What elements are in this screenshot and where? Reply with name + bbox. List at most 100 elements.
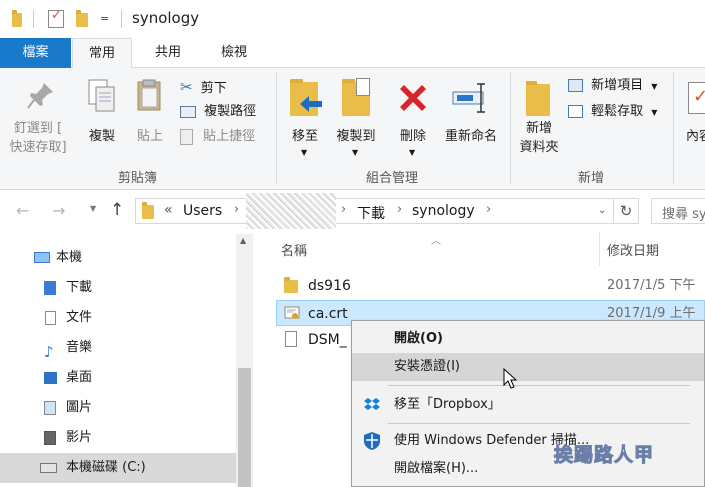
column-header-modified[interactable]: 修改日期: [607, 240, 659, 259]
menu-item-move-to-dropbox[interactable]: 移至「Dropbox」: [352, 391, 704, 419]
menu-item-label: 開啟(O): [394, 331, 443, 346]
documents-icon: [45, 311, 56, 325]
breadcrumb-downloads[interactable]: 下載: [357, 203, 385, 223]
paste-button[interactable]: 貼上: [130, 76, 170, 156]
new-folder-quick-icon[interactable]: [76, 10, 88, 27]
cut-label: 剪下: [200, 81, 227, 96]
tree-item-videos[interactable]: 影片: [0, 423, 236, 453]
ribbon: 釘選到 [ 快速存取] 複製 貼上 ✂ 剪下 複製路徑 貼上捷徑 剪貼簿 移至: [0, 68, 705, 190]
properties-icon: ✓: [688, 82, 705, 114]
menu-item-install-certificate[interactable]: 安裝憑證(I): [352, 353, 704, 381]
tree-label: 本機: [56, 250, 83, 265]
new-item-label: 新增項目: [591, 78, 644, 93]
column-divider[interactable]: [599, 232, 600, 266]
menu-item-label: 安裝憑證(I): [394, 359, 460, 374]
chevron-down-icon: ▼: [651, 108, 658, 117]
rename-icon: [452, 83, 485, 113]
menu-item-open[interactable]: 開啟(O): [352, 325, 704, 353]
tree-item-this-pc[interactable]: 本機: [0, 243, 236, 273]
search-placeholder: 搜尋 sy: [662, 207, 705, 222]
chevron-right-icon[interactable]: ›: [397, 202, 402, 217]
paste-icon: [137, 79, 161, 111]
properties-button[interactable]: ✓ 內容: [680, 76, 705, 162]
move-to-button[interactable]: 移至 ▼: [284, 76, 326, 162]
dropbox-icon: [364, 398, 380, 410]
customize-quick-access-icon[interactable]: =: [100, 12, 109, 25]
copy-icon: [88, 79, 115, 112]
pin-label-line1: 釘選到 [: [13, 121, 63, 136]
tree-label: 文件: [66, 310, 93, 325]
rename-button[interactable]: 重新命名: [440, 76, 502, 162]
breadcrumb-users[interactable]: Users: [183, 203, 222, 219]
chevron-right-icon[interactable]: ›: [234, 202, 239, 217]
refresh-button[interactable]: ↻: [614, 198, 639, 224]
new-folder-label-line2: 資料夾: [519, 140, 559, 155]
tree-label: 圖片: [66, 400, 93, 415]
file-icon: [285, 331, 297, 347]
mouse-cursor-icon: [503, 368, 517, 389]
easy-access-button[interactable]: 輕鬆存取 ▼: [568, 101, 657, 123]
easy-access-label: 輕鬆存取: [591, 104, 644, 119]
divider: [121, 10, 122, 28]
breadcrumb-synology[interactable]: synology: [412, 203, 475, 219]
up-arrow-icon[interactable]: ↑: [110, 200, 124, 220]
clipboard-group-label: 剪貼簿: [117, 171, 157, 186]
organize-group-label: 組合管理: [365, 171, 418, 186]
paste-shortcut-button[interactable]: 貼上捷徑: [180, 126, 255, 148]
scroll-up-icon[interactable]: ▲: [240, 236, 246, 245]
rename-label: 重新命名: [444, 129, 497, 144]
properties-quick-icon[interactable]: ✓: [48, 8, 64, 28]
tree-item-desktop[interactable]: 桌面: [0, 363, 236, 393]
recent-locations-icon[interactable]: ▼: [90, 204, 96, 213]
folder-icon: [142, 202, 154, 219]
divider: [33, 10, 34, 28]
folder-icon: [12, 10, 22, 27]
copy-path-button[interactable]: 複製路徑: [180, 101, 256, 123]
tab-view[interactable]: 檢視: [208, 38, 260, 68]
forward-arrow-icon[interactable]: →: [52, 201, 65, 220]
copy-button[interactable]: 複製: [82, 76, 122, 156]
chevron-down-icon: ▼: [352, 148, 359, 157]
tree-item-pictures[interactable]: 圖片: [0, 393, 236, 423]
tree-item-downloads[interactable]: 下載: [0, 273, 236, 303]
pin-to-quick-access-button[interactable]: 釘選到 [ 快速存取]: [4, 76, 72, 162]
tab-home[interactable]: 常用: [72, 38, 132, 69]
tree-label: 下載: [66, 280, 93, 295]
tree-item-documents[interactable]: 文件: [0, 303, 236, 333]
new-item-button[interactable]: 新增項目 ▼: [568, 75, 657, 97]
address-bar[interactable]: « Users › › 下載 › synology › ⌄: [135, 193, 614, 229]
chevron-down-icon: ▼: [301, 148, 308, 157]
list-item[interactable]: ds916 2017/1/5 下午: [276, 273, 705, 299]
chevron-down-icon: ▼: [409, 148, 416, 157]
file-date: 2017/1/5 下午: [607, 278, 696, 293]
chevron-right-icon[interactable]: ›: [486, 202, 491, 217]
tree-label: 音樂: [66, 340, 93, 355]
tab-share[interactable]: 共用: [142, 38, 194, 68]
watermark: 挨踢路人甲: [553, 444, 655, 467]
refresh-icon: ↻: [619, 202, 633, 220]
title-bar: ✓ = synology: [0, 0, 705, 38]
tree-item-music[interactable]: ♪ 音樂: [0, 333, 236, 363]
tree-item-local-disk-c[interactable]: 本機磁碟 (C:): [0, 453, 236, 483]
delete-button[interactable]: 刪除 ▼: [392, 76, 434, 162]
tree-label: 桌面: [66, 370, 93, 385]
back-arrow-icon[interactable]: ←: [16, 201, 29, 220]
tab-file[interactable]: 檔案: [0, 38, 71, 68]
menu-separator: [388, 385, 690, 386]
new-folder-button[interactable]: 新增 資料夾: [514, 76, 564, 162]
copy-to-button[interactable]: 複製到 ▼: [330, 76, 382, 162]
chevron-right-icon[interactable]: ›: [341, 202, 346, 217]
column-header-name[interactable]: 名稱: [281, 240, 307, 259]
paste-label: 貼上: [136, 129, 163, 144]
scrollbar-thumb[interactable]: [238, 368, 251, 487]
new-item-icon: [568, 79, 583, 92]
cut-button[interactable]: ✂ 剪下: [180, 76, 227, 98]
file-name: ds916: [308, 278, 351, 294]
tree-label: 影片: [66, 430, 93, 445]
move-to-label: 移至: [291, 129, 318, 144]
redacted-username: [246, 193, 336, 229]
search-box[interactable]: 搜尋 sy: [651, 198, 705, 224]
overflow-chevron[interactable]: «: [164, 202, 173, 218]
drive-icon: [40, 463, 57, 473]
address-dropdown-icon[interactable]: ⌄: [598, 205, 606, 216]
